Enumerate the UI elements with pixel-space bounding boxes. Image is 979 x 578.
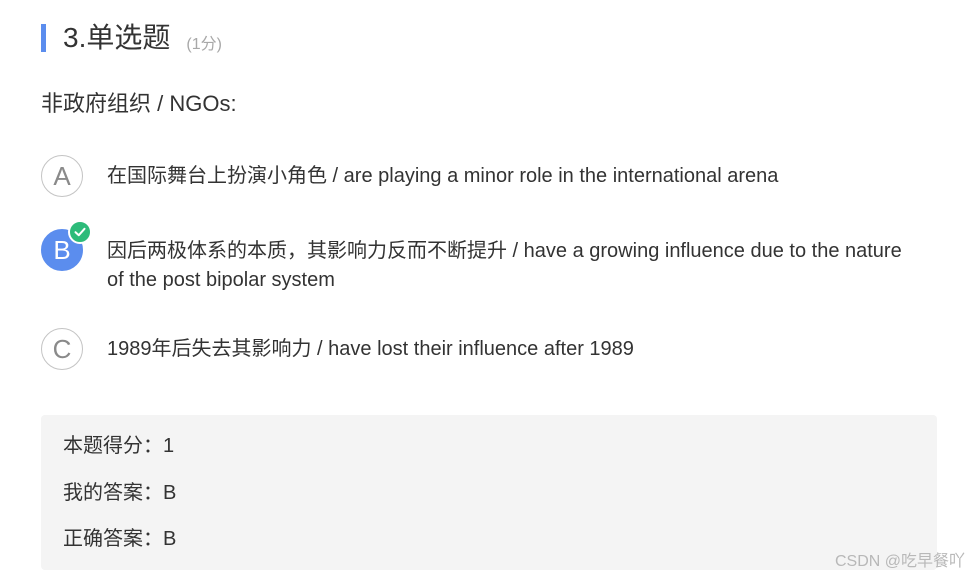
- option-b[interactable]: B 因后两极体系的本质，其影响力反而不断提升 / have a growing …: [41, 220, 907, 295]
- check-icon: [74, 227, 86, 237]
- csdn-watermark: CSDN @吃早餐吖: [834, 553, 965, 570]
- option-c-circle[interactable]: C: [41, 328, 83, 370]
- question-text: 非政府组织 / NGOs:: [41, 91, 237, 116]
- question-header: 3.单选题 (1分): [41, 22, 222, 54]
- option-c[interactable]: C 1989年后失去其影响力 / have lost their influen…: [41, 328, 907, 370]
- option-c-text: 1989年后失去其影响力 / have lost their influence…: [107, 338, 634, 360]
- correct-answer: 正确答案：B: [63, 528, 177, 550]
- option-a[interactable]: A 在国际舞台上扮演小角色 / are playing a minor role…: [41, 155, 907, 197]
- option-b-letter: B: [53, 234, 71, 265]
- option-b-circle[interactable]: B: [41, 220, 92, 271]
- question-title: 3.单选题: [63, 22, 171, 53]
- header-accent-bar: [41, 24, 46, 52]
- correct-check-badge: [68, 220, 92, 244]
- option-c-letter: C: [52, 333, 72, 364]
- question-score-result: 本题得分：1: [63, 435, 175, 457]
- option-a-circle[interactable]: A: [41, 155, 83, 197]
- my-answer: 我的答案：B: [63, 482, 177, 504]
- option-b-text: 因后两极体系的本质，其影响力反而不断提升 / have a growing in…: [107, 240, 902, 291]
- question-score: (1分): [186, 36, 222, 53]
- option-a-letter: A: [53, 160, 71, 191]
- option-a-text: 在国际舞台上扮演小角色 / are playing a minor role i…: [107, 165, 779, 187]
- quiz-question-page: 3.单选题 (1分) 非政府组织 / NGOs: A 在国际舞台上扮演小角色 /…: [0, 0, 979, 578]
- answer-result-panel: 本题得分：1 我的答案：B 正确答案：B: [41, 415, 937, 570]
